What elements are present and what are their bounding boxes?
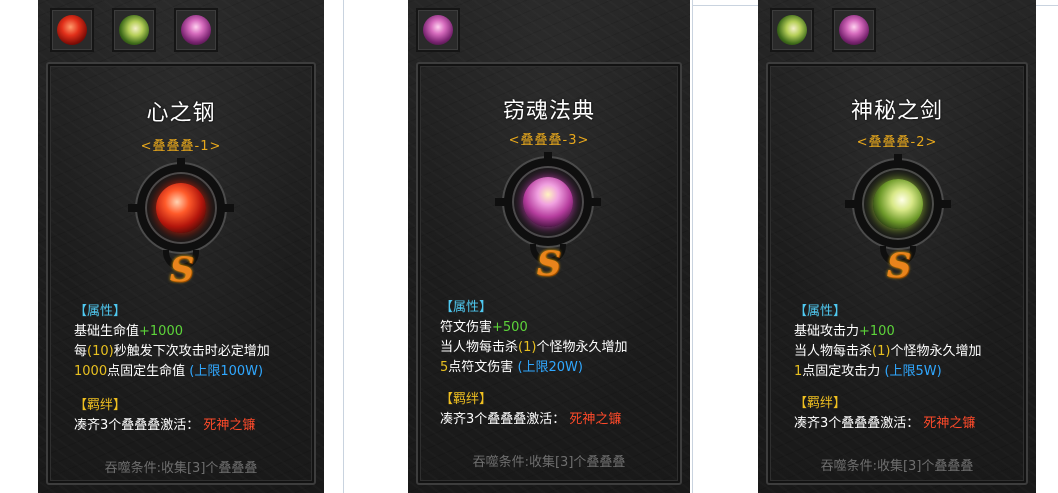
item-tooltip-panel: 神秘之剑 <叠叠叠-2> S 【属性】 基础攻击力+100 当人物每击杀(1)个…	[758, 0, 1036, 493]
devour-condition: 吞噬条件:收集[3]个叠叠叠	[472, 455, 626, 470]
devour-condition: 吞噬条件:收集[3]个叠叠叠	[820, 459, 974, 474]
stack-level-label: <叠叠叠-3>	[508, 133, 590, 148]
item-tab[interactable]	[174, 8, 218, 52]
attributes-section: 【属性】 基础攻击力+100 当人物每击杀(1)个怪物永久增加 1点固定攻击力 …	[794, 302, 981, 382]
item-tooltip-panel: 心之钢 <叠叠叠-1> S 【属性】 基础生命值+1000 每(10)秒触发下次…	[38, 0, 324, 493]
bond-header: 【羁绊】	[794, 396, 847, 411]
spellbook-icon	[423, 15, 453, 45]
attributes-section: 【属性】 符文伤害+500 当人物每击杀(1)个怪物永久增加 5点符文伤害 (上…	[440, 298, 627, 378]
item-tooltip-panel: 窃魂法典 <叠叠叠-3> S 【属性】 符文伤害+500 当人物每击杀(1)个怪…	[408, 0, 690, 493]
page-divider	[692, 0, 693, 493]
attribute-line: 符文伤害+500	[440, 320, 528, 335]
rank-badge: S	[169, 250, 195, 290]
sword-icon	[119, 15, 149, 45]
attributes-header: 【属性】	[74, 304, 127, 319]
attribute-line: 5点符文伤害 (上限20W)	[440, 360, 583, 375]
attribute-line: 当人物每击杀(1)个怪物永久增加	[794, 344, 982, 359]
spellbook-icon	[181, 15, 211, 45]
red-heart-crystal-icon	[57, 15, 87, 45]
attributes-header: 【属性】	[794, 304, 847, 319]
sword-icon	[873, 179, 923, 229]
bond-section: 【羁绊】 凑齐3个叠叠叠激活： 死神之镰	[440, 390, 621, 430]
item-tab[interactable]	[112, 8, 156, 52]
attribute-line: 基础攻击力+100	[794, 324, 895, 339]
page-divider	[343, 0, 344, 493]
bond-section: 【羁绊】 凑齐3个叠叠叠激活： 死神之镰	[794, 394, 975, 434]
attribute-line: 1点固定攻击力 (上限5W)	[794, 364, 942, 379]
rank-badge: S	[886, 246, 912, 286]
attribute-line: 基础生命值+1000	[74, 324, 183, 339]
spellbook-icon	[839, 15, 869, 45]
item-tab[interactable]	[416, 8, 460, 52]
item-tab[interactable]	[832, 8, 876, 52]
item-title: 神秘之剑	[850, 99, 943, 124]
item-tab[interactable]	[770, 8, 814, 52]
item-emblem: S	[128, 158, 234, 304]
bond-header: 【羁绊】	[440, 392, 493, 407]
attributes-section: 【属性】 基础生命值+1000 每(10)秒触发下次攻击时必定增加 1000点固…	[74, 302, 270, 382]
item-title: 心之钢	[146, 101, 216, 126]
attributes-header: 【属性】	[440, 300, 493, 315]
attribute-line: 当人物每击杀(1)个怪物永久增加	[440, 340, 628, 355]
bond-line: 凑齐3个叠叠叠激活： 死神之镰	[74, 418, 256, 433]
item-title: 窃魂法典	[502, 99, 595, 124]
attribute-line: 每(10)秒触发下次攻击时必定增加	[74, 344, 270, 359]
red-heart-crystal-icon	[156, 183, 206, 233]
bond-line: 凑齐3个叠叠叠激活： 死神之镰	[440, 412, 622, 427]
spellbook-icon	[523, 177, 573, 227]
attribute-line: 1000点固定生命值 (上限100W)	[74, 364, 264, 379]
bond-header: 【羁绊】	[74, 398, 127, 413]
stack-level-label: <叠叠叠-2>	[856, 135, 938, 150]
bond-line: 凑齐3个叠叠叠激活： 死神之镰	[794, 416, 976, 431]
devour-condition: 吞噬条件:收集[3]个叠叠叠	[104, 461, 258, 476]
sword-icon	[777, 15, 807, 45]
rank-badge: S	[536, 244, 562, 284]
item-tab[interactable]	[50, 8, 94, 52]
item-emblem: S	[845, 154, 951, 300]
stack-level-label: <叠叠叠-1>	[140, 139, 222, 154]
item-emblem: S	[495, 152, 601, 298]
bond-section: 【羁绊】 凑齐3个叠叠叠激活： 死神之镰	[74, 396, 255, 436]
